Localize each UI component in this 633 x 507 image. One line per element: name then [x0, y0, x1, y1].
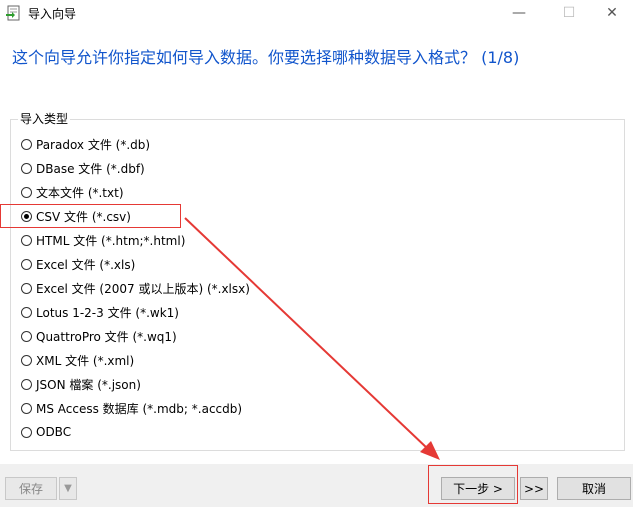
- import-type-option-label: 文本文件 (*.txt): [36, 185, 124, 200]
- import-type-option-label: HTML 文件 (*.htm;*.html): [36, 233, 186, 248]
- radio-button[interactable]: [21, 378, 32, 390]
- radio-button[interactable]: [21, 306, 32, 318]
- import-type-label: 导入类型: [18, 110, 71, 127]
- import-type-option[interactable]: 文本文件 (*.txt): [21, 183, 124, 201]
- import-wizard-icon: [6, 5, 20, 21]
- import-type-option[interactable]: Paradox 文件 (*.db): [21, 135, 150, 153]
- annotation-highlight-csv: [0, 204, 181, 228]
- import-type-option[interactable]: DBase 文件 (*.dbf): [21, 159, 145, 177]
- import-type-option-label: XML 文件 (*.xml): [36, 353, 135, 368]
- import-type-option[interactable]: MS Access 数据库 (*.mdb; *.accdb): [21, 399, 242, 417]
- import-type-option-label: Paradox 文件 (*.db): [36, 137, 151, 152]
- import-type-option[interactable]: ODBC: [21, 423, 71, 441]
- import-type-option[interactable]: Excel 文件 (*.xls): [21, 255, 135, 273]
- maximize-button[interactable]: ☐: [546, 0, 592, 26]
- import-type-option[interactable]: XML 文件 (*.xml): [21, 351, 134, 369]
- window-title: 导入向导: [28, 7, 77, 21]
- import-type-option[interactable]: QuattroPro 文件 (*.wq1): [21, 327, 177, 345]
- import-type-option[interactable]: Lotus 1-2-3 文件 (*.wk1): [21, 303, 179, 321]
- wizard-heading: 这个向导允许你指定如何导入数据。你要选择哪种数据导入格式？ (1/8): [12, 48, 520, 67]
- import-type-option-label: Excel 文件 (*.xls): [36, 257, 136, 272]
- save-dropdown-button[interactable]: ▼: [59, 477, 77, 500]
- radio-button[interactable]: [21, 426, 32, 438]
- minimize-button[interactable]: —: [496, 0, 542, 26]
- import-type-option-label: DBase 文件 (*.dbf): [36, 161, 145, 176]
- import-type-option-label: JSON 檔案 (*.json): [36, 377, 141, 392]
- import-type-option-label: QuattroPro 文件 (*.wq1): [36, 329, 177, 344]
- finish-button[interactable]: >>: [520, 477, 548, 500]
- cancel-button[interactable]: 取消: [557, 477, 631, 500]
- import-type-option[interactable]: Excel 文件 (2007 或以上版本) (*.xlsx): [21, 279, 250, 297]
- radio-button[interactable]: [21, 138, 32, 150]
- import-type-option[interactable]: HTML 文件 (*.htm;*.html): [21, 231, 185, 249]
- radio-button[interactable]: [21, 402, 32, 414]
- radio-button[interactable]: [21, 186, 32, 198]
- import-type-option-label: Excel 文件 (2007 或以上版本) (*.xlsx): [36, 281, 250, 296]
- annotation-highlight-next: [428, 465, 518, 504]
- radio-button[interactable]: [21, 282, 32, 294]
- radio-button[interactable]: [21, 234, 32, 246]
- save-button[interactable]: 保存: [5, 477, 57, 500]
- import-type-option-label: MS Access 数据库 (*.mdb; *.accdb): [36, 401, 243, 416]
- close-button[interactable]: ✕: [589, 0, 633, 26]
- radio-button[interactable]: [21, 330, 32, 342]
- title-bar: 导入向导 — ☐ ✕: [0, 0, 633, 26]
- import-type-option-label: ODBC: [36, 425, 72, 439]
- radio-button[interactable]: [21, 162, 32, 174]
- import-type-option[interactable]: JSON 檔案 (*.json): [21, 375, 141, 393]
- radio-button[interactable]: [21, 258, 32, 270]
- radio-button[interactable]: [21, 354, 32, 366]
- import-type-option-label: Lotus 1-2-3 文件 (*.wk1): [36, 305, 179, 320]
